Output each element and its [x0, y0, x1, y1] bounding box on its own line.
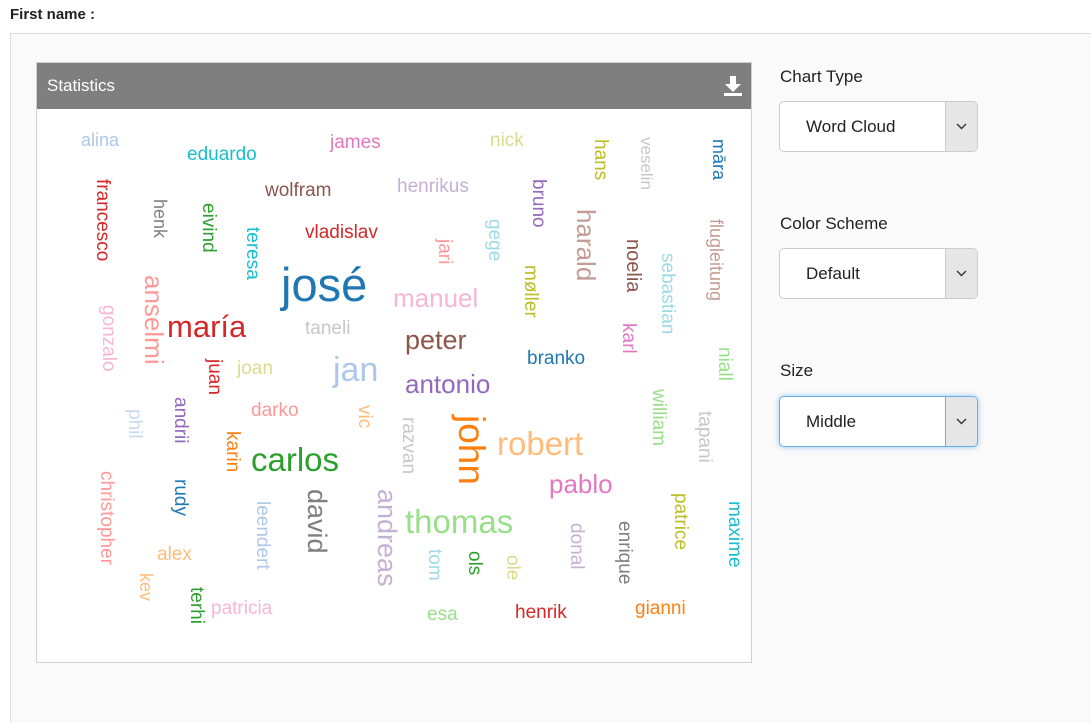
word-eivind: eivind	[198, 203, 219, 253]
word-māra: māra	[709, 139, 729, 181]
word-donal: donal	[566, 523, 587, 570]
word-thomas: thomas	[405, 503, 514, 540]
word-manuel: manuel	[393, 283, 479, 313]
word-ols: ols	[464, 551, 485, 576]
word-leendert: leendert	[252, 501, 273, 570]
word-william: william	[648, 389, 669, 446]
word-jari: jari	[434, 239, 455, 265]
word-esa: esa	[427, 604, 458, 625]
word-henrikus: henrikus	[397, 176, 469, 197]
word-david: david	[302, 489, 332, 554]
word-henrik: henrik	[515, 602, 567, 623]
word-anselmi: anselmi	[139, 275, 169, 365]
word-carlos: carlos	[251, 441, 340, 478]
word-tom: tom	[424, 549, 445, 581]
word-john: john	[451, 415, 492, 485]
color-scheme-label: Color Scheme	[780, 214, 888, 233]
statistics-title: Statistics	[47, 76, 116, 95]
word-veselin: veselin	[637, 137, 656, 190]
color-scheme-value: Default	[806, 263, 860, 283]
download-icon[interactable]	[723, 75, 743, 97]
word-francesco: francesco	[92, 179, 113, 262]
size-value: Middle	[806, 411, 857, 431]
word-eduardo: eduardo	[187, 144, 257, 165]
statistics-header: Statistics	[37, 63, 751, 109]
word-teresa: teresa	[242, 227, 263, 280]
chevron-down-icon	[945, 249, 977, 298]
word-pablo: pablo	[549, 469, 613, 499]
word-henk: henk	[150, 199, 170, 239]
word-alex: alex	[157, 544, 192, 565]
word-robert: robert	[497, 425, 584, 462]
size-select[interactable]: Middle	[779, 396, 978, 447]
word-harald: harald	[571, 209, 601, 282]
word-christopher: christopher	[96, 471, 117, 565]
word-alina: alina	[81, 130, 120, 150]
word-niall: niall	[714, 347, 735, 381]
word-flugleitung: flugleitung	[706, 219, 726, 302]
word-kev: kev	[136, 573, 156, 602]
word-razvan: razvan	[398, 417, 419, 475]
word-gonzalo: gonzalo	[98, 305, 119, 372]
word-peter: peter	[405, 325, 467, 355]
word-noelia: noelia	[622, 239, 644, 293]
word-hans: hans	[590, 139, 611, 181]
word-darko: darko	[251, 400, 299, 421]
word-karin: karin	[222, 431, 243, 473]
word-antonio: antonio	[405, 369, 491, 399]
word-enrique: enrique	[614, 521, 635, 585]
word-josé: josé	[281, 258, 368, 311]
word-bruno: bruno	[528, 179, 549, 228]
word-taneli: taneli	[305, 318, 351, 339]
word-branko: branko	[527, 348, 586, 369]
word-gege: gege	[484, 219, 505, 262]
word-nick: nick	[490, 130, 524, 151]
word-maxime: maxime	[724, 501, 745, 568]
statistics-panel: Statistics alina eduardo james nick hans vese…	[36, 62, 752, 663]
word-james: james	[330, 132, 381, 153]
word-ole: ole	[502, 555, 523, 581]
word-patrice: patrice	[670, 493, 691, 551]
word-vic: vic	[354, 405, 375, 429]
chevron-down-icon	[945, 397, 977, 446]
word-vladislav: vladislav	[305, 222, 378, 243]
word-wolfram: wolfram	[265, 180, 332, 201]
word-rudy: rudy	[170, 479, 191, 516]
word-juan: juan	[204, 359, 225, 395]
word-jan: jan	[333, 351, 379, 389]
word-karl: karl	[618, 323, 639, 354]
chart-type-select[interactable]: Word Cloud	[779, 101, 978, 152]
word-andreas: andreas	[372, 489, 402, 587]
word-møller: møller	[520, 265, 541, 318]
word-andrii: andrii	[170, 397, 191, 444]
first-name-label: First name :	[10, 6, 96, 23]
word-maría: maría	[167, 309, 247, 344]
color-scheme-select[interactable]: Default	[779, 248, 978, 299]
chart-type-label: Chart Type	[780, 67, 863, 86]
chevron-down-icon	[945, 102, 977, 151]
word-terhi: terhi	[186, 587, 207, 624]
word-joan: joan	[237, 358, 273, 379]
word-patricia: patricia	[211, 598, 273, 619]
word-sebastian: sebastian	[657, 253, 678, 335]
word-tapani: tapani	[694, 411, 715, 463]
size-label: Size	[780, 361, 814, 380]
word-cloud: alina eduardo james nick hans veselin māra fran…	[37, 109, 751, 662]
word-gianni: gianni	[635, 598, 686, 619]
chart-type-value: Word Cloud	[806, 116, 896, 136]
word-phil: phil	[124, 409, 145, 439]
